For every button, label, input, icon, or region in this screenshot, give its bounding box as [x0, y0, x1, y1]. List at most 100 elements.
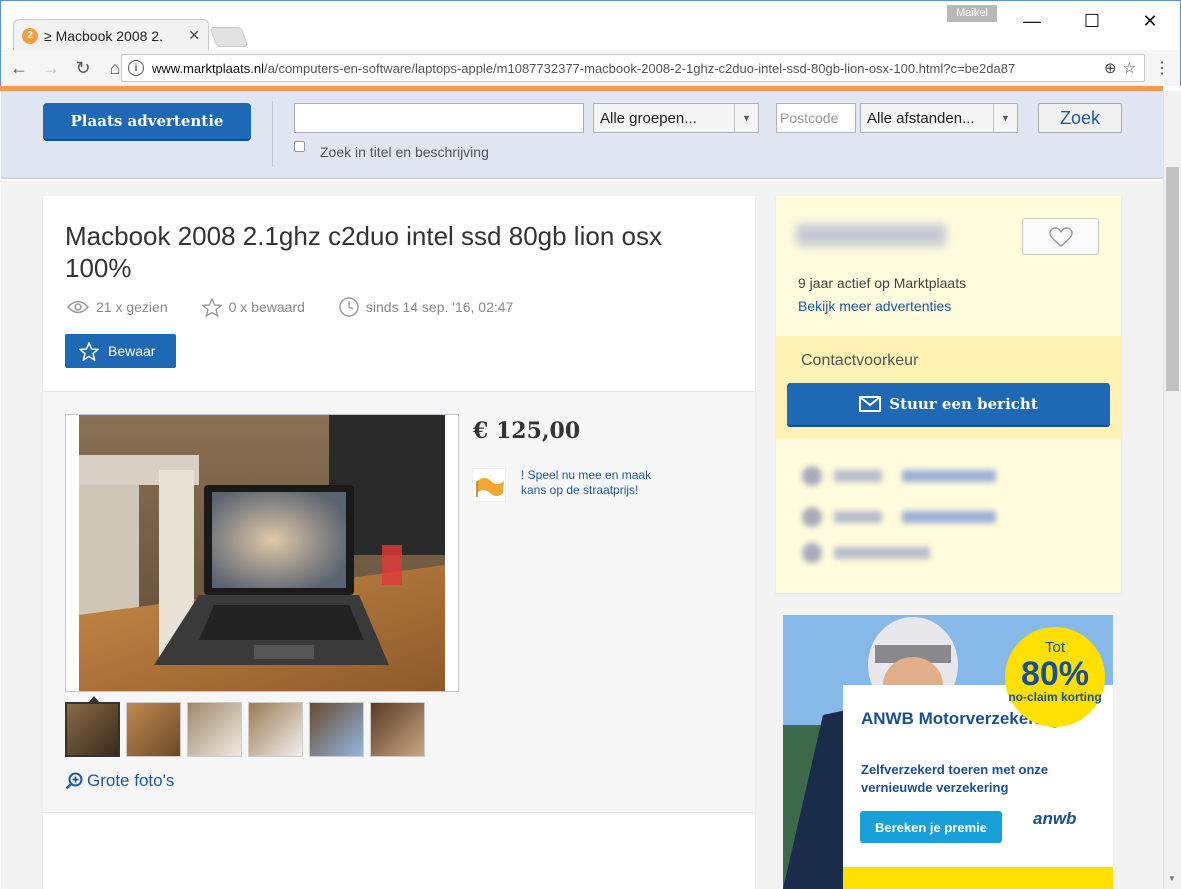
large-photos-link[interactable]: Grote foto's	[65, 771, 174, 791]
seller-more-ads-link[interactable]: Bekijk meer advertenties	[798, 298, 951, 314]
whatsapp-row-blurred[interactable]	[802, 507, 996, 527]
redacted-text	[834, 470, 882, 482]
redacted-text	[834, 511, 882, 523]
location-pin-icon	[802, 543, 822, 563]
listing-date: sinds 14 sep. '16, 02:47	[365, 299, 514, 315]
reload-icon[interactable]: ↻	[69, 54, 97, 82]
ad-badge-percent: 80%	[1020, 655, 1090, 693]
chevron-down-icon: ▼	[734, 104, 758, 132]
close-window-icon[interactable]: ✕	[1127, 7, 1173, 35]
scrollbar[interactable]: ▼	[1163, 91, 1181, 889]
distance-select-value: Alle afstanden...	[867, 109, 975, 127]
browser-menu-icon[interactable]: ⋮	[1154, 58, 1170, 78]
thumbnail[interactable]	[370, 702, 425, 757]
phone-icon	[802, 466, 822, 486]
seller-active-since: 9 jaar actief op Marktplaats	[798, 275, 967, 291]
listing-title: Macbook 2008 2.1ghz c2duo intel ssd 80gb…	[65, 221, 662, 283]
url-text: www.marktplaats.nl/a/computers-en-softwa…	[152, 61, 1098, 76]
save-button-label: Bewaar	[108, 343, 156, 359]
star-outline-icon	[79, 341, 99, 361]
date-stat: sinds 14 sep. '16, 02:47	[339, 297, 513, 317]
place-ad-button[interactable]: Plaats advertentie	[43, 103, 251, 141]
eye-icon	[67, 300, 89, 314]
scroll-down-icon[interactable]: ▼	[1168, 874, 1176, 883]
new-tab-button[interactable]	[209, 27, 249, 47]
redacted-link	[902, 470, 996, 482]
info-icon[interactable]: i	[128, 60, 144, 76]
ad-strip	[843, 867, 1113, 889]
thumbnail[interactable]	[248, 702, 303, 757]
zoom-plus-icon	[65, 772, 83, 790]
divider	[43, 812, 755, 813]
title-desc-checkbox[interactable]	[294, 141, 305, 152]
search-button[interactable]: Zoek	[1038, 103, 1122, 133]
favorite-seller-button[interactable]	[1022, 218, 1099, 255]
scroll-thumb[interactable]	[1166, 167, 1179, 391]
main-photo[interactable]	[65, 414, 459, 692]
thumbnail[interactable]	[309, 702, 364, 757]
saves-count: 0 x bewaard	[228, 299, 305, 315]
location-row-blurred	[802, 543, 950, 563]
group-select-value: Alle groepen...	[600, 109, 697, 127]
redacted-text	[834, 547, 930, 559]
ad-cta-button[interactable]: Bereken je premie	[860, 811, 1002, 843]
laptop-photo	[79, 415, 445, 691]
promo[interactable]: ! Speel nu mee en maak kans op de straat…	[472, 468, 671, 502]
thumbnail[interactable]	[65, 702, 120, 757]
bookmark-star-icon[interactable]: ☆	[1123, 59, 1136, 77]
chevron-down-icon: ▼	[993, 104, 1017, 132]
site-header: Plaats advertentie Alle groepen... ▼ Pos…	[1, 91, 1163, 179]
search-input[interactable]	[294, 103, 584, 133]
saves-stat: 0 x bewaard	[201, 297, 305, 317]
header-divider	[272, 101, 273, 167]
ad-badge-caption: no-claim korting	[1008, 690, 1102, 704]
phone-row-blurred[interactable]	[802, 466, 996, 486]
chat-icon	[802, 507, 822, 527]
contact-heading: Contactvoorkeur	[801, 352, 919, 369]
distance-select[interactable]: Alle afstanden... ▼	[860, 103, 1018, 133]
ad-badge-top: Tot	[1044, 639, 1065, 656]
url-path: /a/computers-en-software/laptops-apple/m…	[263, 60, 1016, 76]
seller-card: 9 jaar actief op Marktplaats Bekijk meer…	[776, 196, 1121, 593]
title-desc-label: Zoek in titel en beschrijving	[320, 144, 489, 160]
url-domain: www.marktplaats.nl	[152, 60, 264, 76]
maximize-icon[interactable]: ☐	[1069, 7, 1115, 35]
clock-icon	[339, 297, 359, 317]
zoom-icon[interactable]: ⊕	[1104, 59, 1117, 77]
send-message-label: Stuur een bericht	[889, 395, 1038, 413]
anwb-logo: anwb	[1033, 809, 1077, 828]
postcode-input[interactable]: Postcode	[776, 103, 856, 133]
contact-section: Contactvoorkeur Stuur een bericht	[776, 336, 1121, 439]
browser-titlebar: 2 ≥ Macbook 2008 2. ✕ Maikel — ☐ ✕	[0, 0, 1181, 51]
views-stat: 21 x gezien	[67, 299, 168, 315]
redacted-link	[902, 511, 996, 523]
listing-price: € 125,00	[473, 418, 581, 444]
ad-discount-badge: Tot 80% no-claim korting	[1005, 627, 1105, 727]
thumbnail-strip	[65, 702, 431, 757]
tab-favicon-icon: 2	[22, 27, 38, 44]
address-bar[interactable]: i www.marktplaats.nl/a/computers-en-soft…	[121, 54, 1145, 82]
profile-badge[interactable]: Maikel	[947, 5, 997, 22]
ad-body: Zelfverzekerd toeren met onze vernieuwde…	[861, 762, 1049, 795]
large-photos-label: Grote foto's	[87, 771, 175, 790]
thumbnail[interactable]	[126, 702, 181, 757]
tab-close-icon[interactable]: ✕	[188, 27, 200, 44]
browser-tab[interactable]: 2 ≥ Macbook 2008 2. ✕	[13, 19, 209, 51]
heart-icon	[1048, 226, 1073, 247]
star-icon	[201, 297, 222, 317]
promo-text: ! Speel nu mee en maak kans op de straat…	[521, 468, 652, 497]
thumbnail[interactable]	[187, 702, 242, 757]
send-message-button[interactable]: Stuur een bericht	[787, 383, 1110, 427]
minimize-icon[interactable]: —	[1009, 7, 1055, 35]
ad-banner[interactable]: ANWB Motorverzekering Zelfverzekerd toer…	[783, 615, 1113, 889]
seller-name-blurred[interactable]	[796, 224, 946, 246]
group-select[interactable]: Alle groepen... ▼	[593, 103, 759, 133]
browser-toolbar: ← → ↻ ⌂ i www.marktplaats.nl/a/computers…	[0, 50, 1181, 86]
envelope-icon	[859, 396, 882, 412]
save-button[interactable]: Bewaar	[65, 334, 176, 368]
back-icon[interactable]: ←	[5, 54, 33, 82]
forward-icon[interactable]: →	[37, 54, 65, 82]
views-count: 21 x gezien	[96, 299, 168, 315]
listing-card: Macbook 2008 2.1ghz c2duo intel ssd 80gb…	[43, 196, 755, 889]
listing-meta: 21 x gezien 0 x bewaard sinds 14 sep. '1…	[67, 297, 547, 317]
